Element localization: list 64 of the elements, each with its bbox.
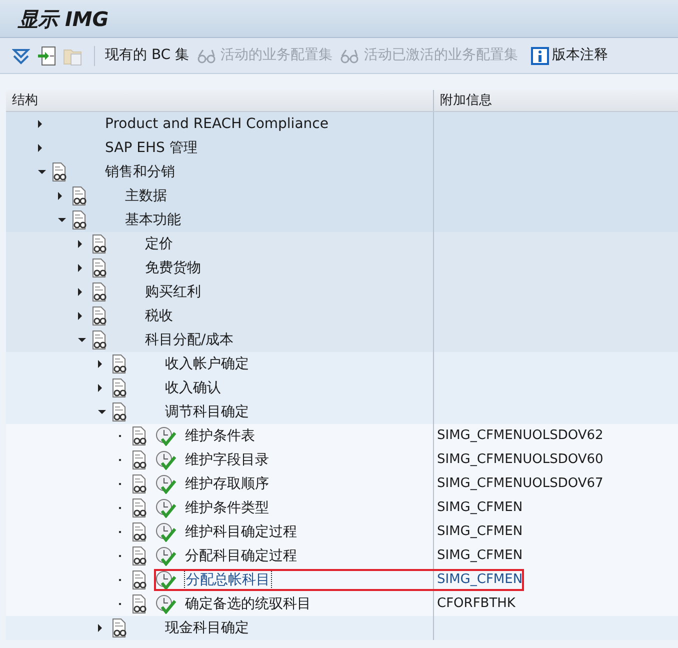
glasses-icon <box>196 48 218 64</box>
tree-node-label[interactable]: 确定备选的统驭科目 <box>185 595 311 613</box>
tree-node-label[interactable]: 定价 <box>145 235 173 253</box>
expand-caret-icon[interactable] <box>38 144 42 152</box>
tree-node-label[interactable]: 现金科目确定 <box>165 619 249 637</box>
collapse-caret-icon[interactable] <box>58 218 66 222</box>
tree-node-label[interactable]: SAP EHS 管理 <box>105 139 198 157</box>
document-glasses-icon <box>72 186 88 206</box>
expand-caret-icon[interactable] <box>98 624 102 632</box>
document-glasses-icon <box>92 258 108 278</box>
info-text: SIMG_CFMENUOLSDOV67 <box>437 475 604 494</box>
tree-node-label[interactable]: 分配总帐科目 <box>185 571 271 589</box>
tree-node-label[interactable]: 收入确认 <box>165 379 221 397</box>
tree-node-label[interactable]: 维护字段目录 <box>185 451 269 469</box>
document-glasses-icon <box>92 306 108 326</box>
info-text: SIMG_CFMEN <box>437 499 523 518</box>
expand-caret-icon[interactable] <box>58 192 62 200</box>
document-glasses-icon <box>72 210 88 230</box>
document-arrow-icon[interactable] <box>36 46 56 66</box>
info-text: CFORFBTHK <box>437 595 516 614</box>
expand-caret-icon[interactable] <box>98 384 102 392</box>
tree-node-label[interactable]: 销售和分销 <box>105 163 175 181</box>
info-text: SIMG_CFMEN <box>437 571 523 590</box>
tree-node-label[interactable]: 维护科目确定过程 <box>185 523 297 541</box>
document-glasses-icon <box>112 354 128 374</box>
toolbar-button[interactable]: 版本注释 <box>524 45 608 66</box>
tree-node-label[interactable]: 维护存取顺序 <box>185 475 269 493</box>
expand-caret-icon[interactable] <box>78 240 82 248</box>
collapse-caret-icon[interactable] <box>38 170 46 174</box>
tree-node-label[interactable]: 维护条件类型 <box>185 499 269 517</box>
document-glasses-icon <box>112 618 128 638</box>
tree-node-label[interactable]: 免费货物 <box>145 259 201 277</box>
document-glasses-icon <box>92 234 108 254</box>
tree-node-label[interactable]: 基本功能 <box>125 211 181 229</box>
expand-caret-icon[interactable] <box>38 120 42 128</box>
info-text: SIMG_CFMENUOLSDOV62 <box>437 427 604 446</box>
tree-node-label[interactable]: 调节科目确定 <box>165 403 249 421</box>
tree-node-label[interactable]: 购买红利 <box>145 283 201 301</box>
info-icon <box>531 46 550 64</box>
document-glasses-icon <box>92 282 108 302</box>
tree-node-label[interactable]: 维护条件表 <box>185 427 255 445</box>
column-header: 结构 <box>6 90 434 111</box>
tree-node-label[interactable]: 收入帐户确定 <box>165 355 249 373</box>
tree-node-label[interactable]: 科目分配/成本 <box>145 331 234 349</box>
tree-node-label[interactable]: 主数据 <box>125 187 167 205</box>
document-glasses-icon <box>112 402 128 422</box>
collapse-caret-icon[interactable] <box>78 338 86 342</box>
double-chevron-icon[interactable] <box>12 46 30 64</box>
expand-caret-icon[interactable] <box>78 264 82 272</box>
tree-node-label[interactable]: 税收 <box>145 307 173 325</box>
collapse-caret-icon[interactable] <box>98 410 106 414</box>
toolbar-button[interactable]: 现有的 BC 集 <box>105 45 190 66</box>
expand-caret-icon[interactable] <box>78 312 82 320</box>
column-header: 附加信息 <box>439 92 493 110</box>
info-text: SIMG_CFMEN <box>437 547 523 566</box>
window-title: 显示 IMG <box>18 6 109 32</box>
info-text: SIMG_CFMEN <box>437 523 523 542</box>
document-glasses-icon <box>52 162 68 182</box>
document-glasses-icon <box>112 378 128 398</box>
expand-caret-icon[interactable] <box>98 360 102 368</box>
document-glasses-icon <box>92 330 108 350</box>
expand-caret-icon[interactable] <box>78 288 82 296</box>
info-text: SIMG_CFMENUOLSDOV60 <box>437 451 604 470</box>
tree-node-label[interactable]: 分配科目确定过程 <box>185 547 297 565</box>
